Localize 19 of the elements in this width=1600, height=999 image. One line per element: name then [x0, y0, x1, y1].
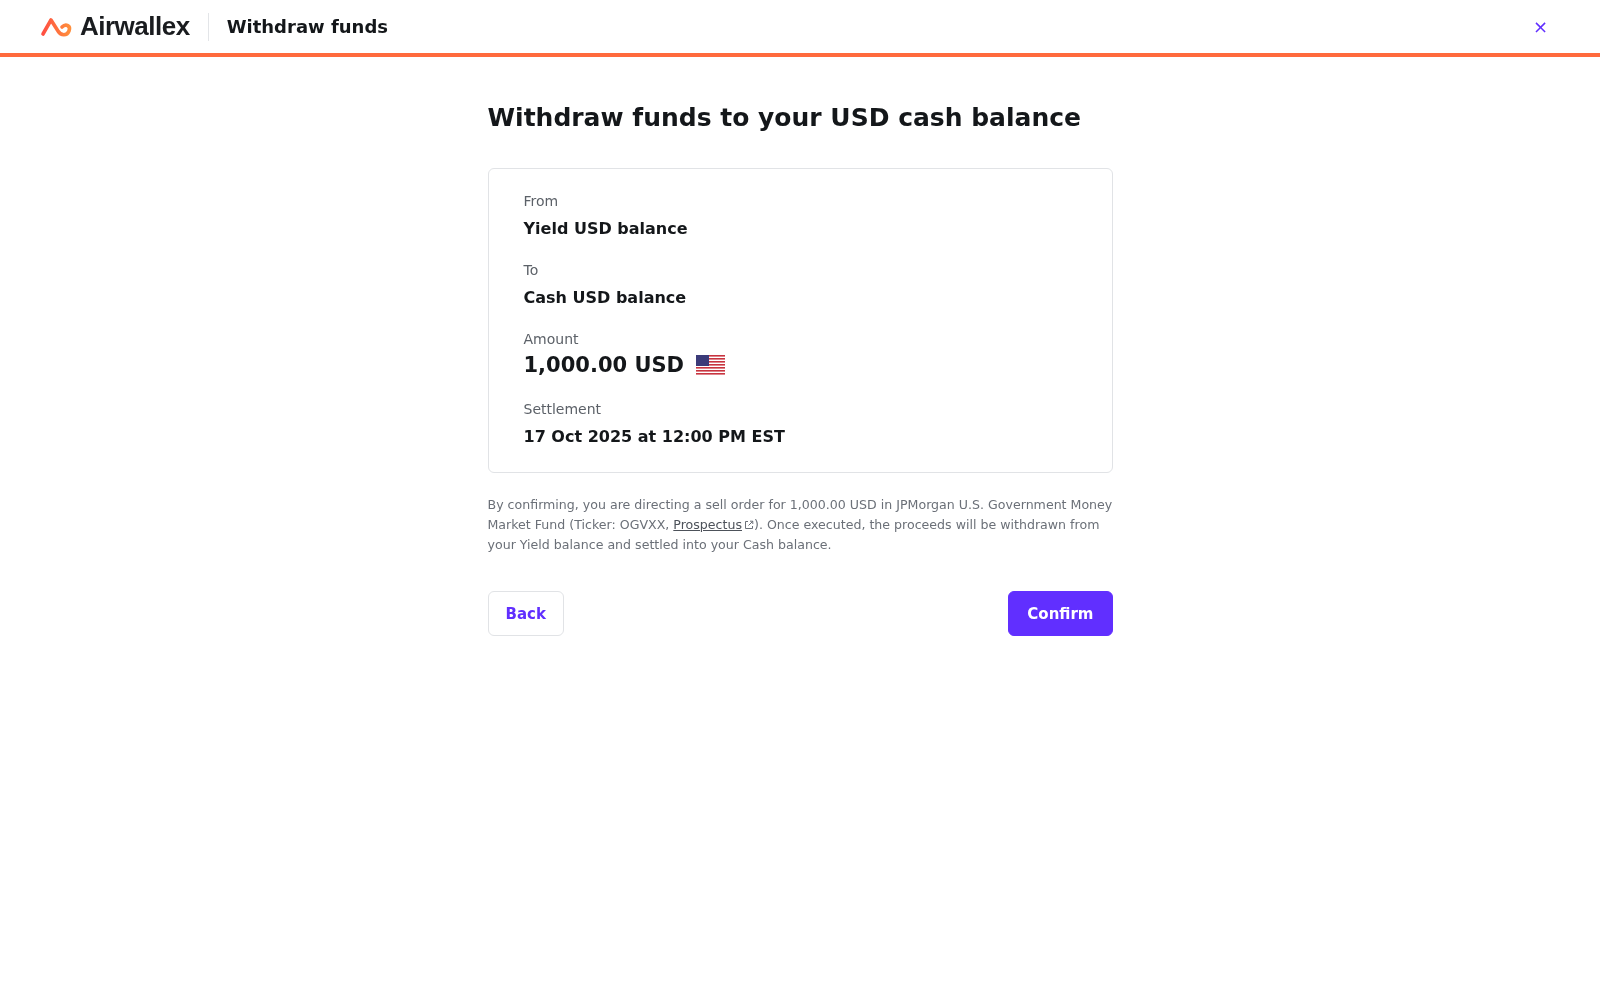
us-flag-icon	[696, 354, 726, 376]
brand-name: Airwallex	[80, 11, 190, 42]
field-value: Yield USD balance	[523, 219, 688, 238]
amount-value: 1,000.00 USD	[523, 353, 685, 377]
prospectus-link[interactable]: Prospectus	[673, 517, 754, 532]
confirm-button[interactable]: Confirm	[1008, 591, 1113, 636]
back-button[interactable]: Back	[487, 591, 564, 636]
field-label: Amount	[523, 331, 580, 347]
field-label: To	[523, 262, 540, 278]
field-label: Settlement	[523, 401, 603, 417]
field-label: From	[523, 193, 560, 209]
logo-icon	[40, 15, 74, 38]
field-value: 17 Oct 2025 at 12:00 PM EST	[523, 427, 785, 446]
external-link-icon	[744, 520, 754, 530]
page-title: Withdraw funds	[226, 16, 388, 37]
disclaimer-text: By confirming, you are directing a sell order for 1,000.00 USD in JPMorgan U.S. Government Money Market Fund (Ticker: OGVXX, Prospectus ). Once executed, the proceeds will be withdrawn from your Yield balance and settled into your Cash balance.	[487, 496, 1113, 554]
field-value: Cash USD balance	[523, 288, 687, 307]
close-button[interactable]: ×	[1528, 16, 1552, 37]
heading: Withdraw funds to your USD cash balance	[487, 103, 1082, 132]
